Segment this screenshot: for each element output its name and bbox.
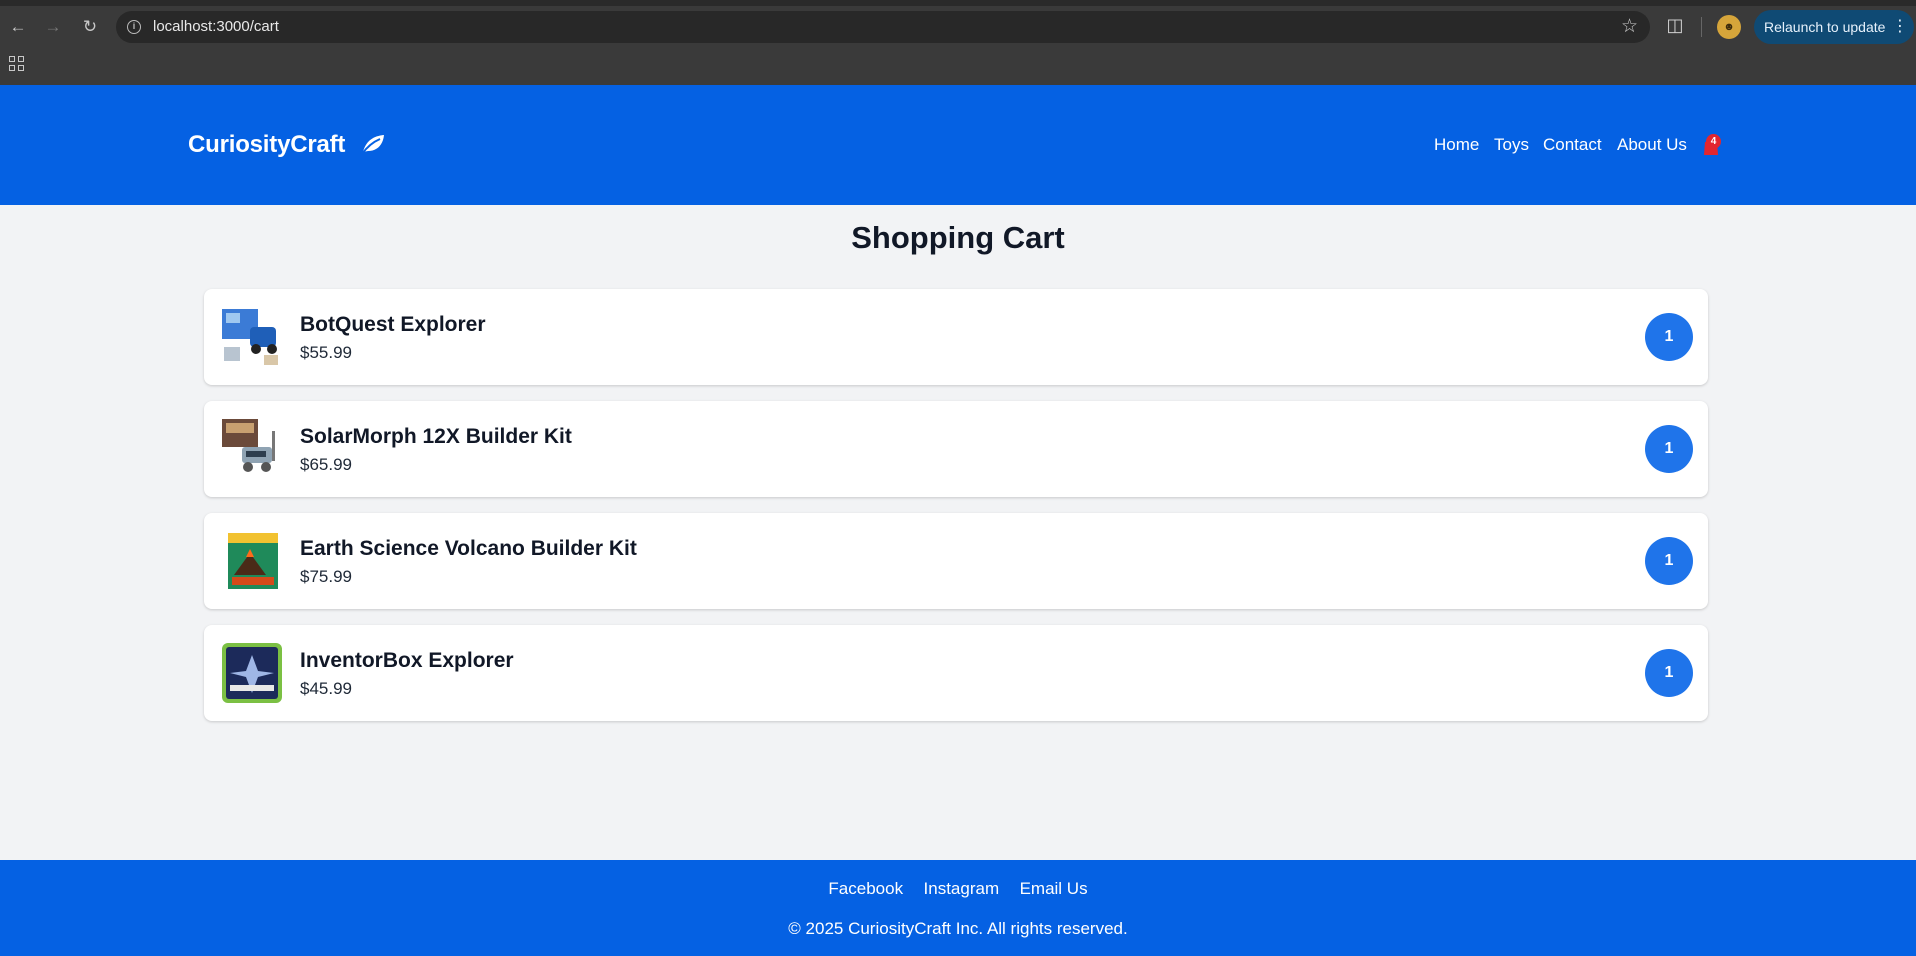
leaf-icon (360, 133, 386, 162)
bookmark-star-icon[interactable]: ☆ (1621, 15, 1638, 38)
product-image[interactable] (220, 417, 284, 481)
nav-link-toys[interactable]: Toys (1494, 135, 1529, 155)
nav-link-about-us[interactable]: About Us (1617, 135, 1687, 155)
nav-link-home[interactable]: Home (1434, 135, 1479, 155)
tab-strip (0, 0, 1916, 6)
brand-logo[interactable]: CuriosityCraft (188, 131, 386, 162)
copyright-text: © 2025 CuriosityCraft Inc. All rights re… (788, 919, 1128, 938)
product-name[interactable]: InventorBox Explorer (300, 649, 514, 673)
toolbar-divider (1701, 17, 1702, 37)
reload-icon[interactable]: ↻ (77, 14, 103, 40)
product-price: $45.99 (300, 679, 352, 698)
cart-count-badge: 4 (1706, 134, 1721, 149)
brand-name: CuriosityCraft (188, 131, 346, 158)
cart-item: InventorBox Explorer $45.99 1 (204, 625, 1708, 721)
apps-grid-icon[interactable] (9, 56, 24, 71)
forward-icon[interactable]: → (40, 14, 66, 40)
cart-item: SolarMorph 12X Builder Kit $65.99 1 (204, 401, 1708, 497)
more-options-icon[interactable]: ⋮ (1892, 10, 1908, 44)
product-price: $65.99 (300, 455, 352, 474)
relaunch-label: Relaunch to update (1764, 19, 1886, 35)
footer-link-instagram[interactable]: Instagram (924, 879, 1000, 898)
quantity-badge[interactable]: 1 (1645, 425, 1693, 473)
nav-link-contact[interactable]: Contact (1543, 135, 1602, 155)
site-footer: Facebook Instagram Email Us © 2025 Curio… (0, 860, 1916, 956)
product-name[interactable]: SolarMorph 12X Builder Kit (300, 425, 572, 449)
back-icon[interactable]: ← (5, 14, 31, 40)
quantity-badge[interactable]: 1 (1645, 313, 1693, 361)
cart-item: BotQuest Explorer $55.99 1 (204, 289, 1708, 385)
product-name[interactable]: BotQuest Explorer (300, 313, 486, 337)
site-info-icon[interactable]: i (127, 20, 141, 34)
footer-links: Facebook Instagram Email Us (0, 879, 1916, 899)
footer-link-email[interactable]: Email Us (1020, 879, 1088, 898)
product-price: $55.99 (300, 343, 352, 362)
url-text[interactable]: localhost:3000/cart (153, 18, 279, 35)
product-image[interactable] (220, 305, 284, 369)
product-name[interactable]: Earth Science Volcano Builder Kit (300, 537, 637, 561)
browser-chrome: ← → ↻ i localhost:3000/cart ☆ ◫ ☻ Relaun… (0, 0, 1916, 85)
cart-item: Earth Science Volcano Builder Kit $75.99… (204, 513, 1708, 609)
product-image[interactable] (220, 529, 284, 593)
extensions-icon[interactable]: ◫ (1664, 14, 1686, 36)
product-price: $75.99 (300, 567, 352, 586)
relaunch-button[interactable]: Relaunch to update ⋮ (1754, 10, 1914, 44)
quantity-badge[interactable]: 1 (1645, 649, 1693, 697)
quantity-badge[interactable]: 1 (1645, 537, 1693, 585)
product-image[interactable] (220, 641, 284, 705)
address-bar[interactable]: i localhost:3000/cart ☆ (116, 11, 1650, 43)
page-title: Shopping Cart (851, 220, 1065, 255)
footer-link-facebook[interactable]: Facebook (828, 879, 903, 898)
profile-avatar[interactable]: ☻ (1717, 15, 1741, 39)
